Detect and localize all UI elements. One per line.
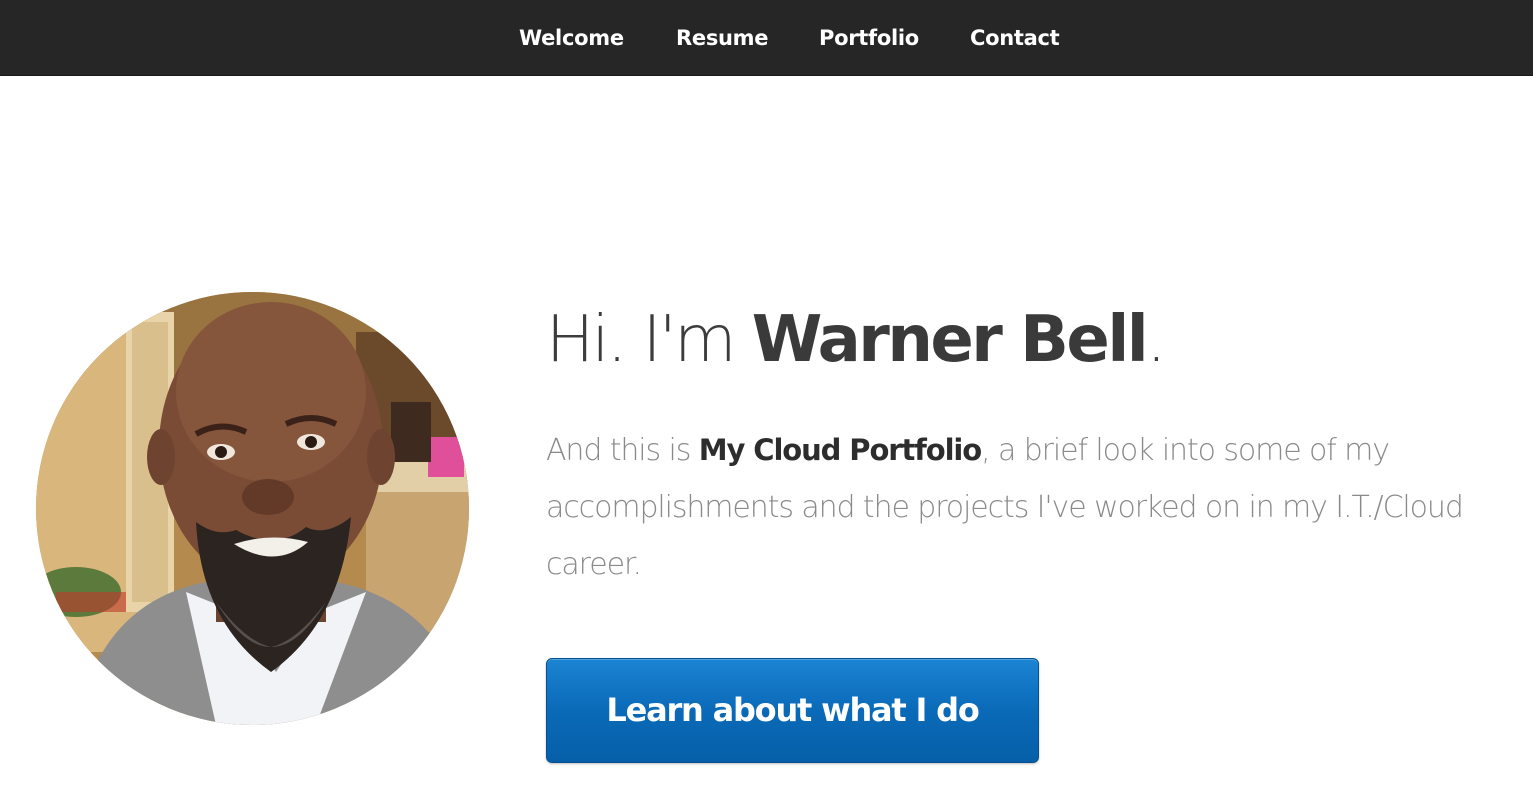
learn-more-button[interactable]: Learn about what I do (546, 658, 1039, 763)
hero-period: . (1146, 303, 1166, 377)
hero-name: Warner Bell (751, 303, 1149, 377)
nav-resume[interactable]: Resume (676, 0, 768, 76)
nav-welcome[interactable]: Welcome (519, 0, 624, 76)
intro-highlight: My Cloud Portfolio (698, 433, 983, 467)
nav-portfolio[interactable]: Portfolio (819, 0, 919, 76)
intro-prefix: And this is (546, 433, 699, 468)
top-navbar: Welcome Resume Portfolio Contact (0, 0, 1533, 76)
profile-photo (36, 292, 469, 725)
hero-greeting: Hi. I'm (546, 303, 752, 377)
hero-headline: Hi. I'm Warner Bell. (546, 296, 1167, 384)
nav-contact[interactable]: Contact (970, 0, 1060, 76)
hero-intro: And this is My Cloud Portfolio, a brief … (546, 422, 1521, 593)
